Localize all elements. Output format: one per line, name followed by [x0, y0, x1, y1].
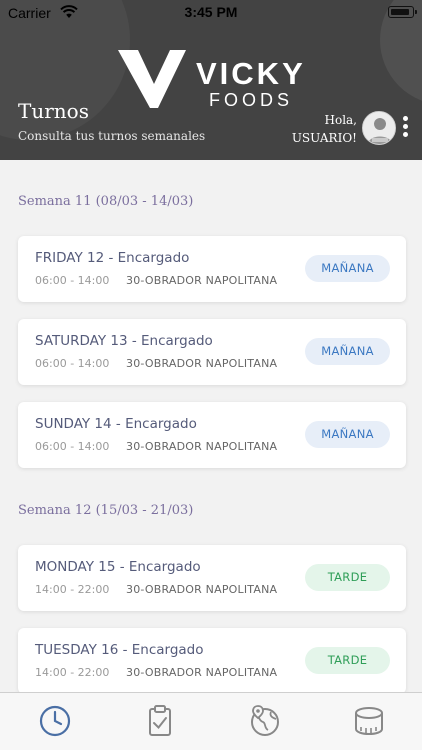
page-title: Turnos — [18, 99, 89, 123]
brand-name: VICKY — [196, 56, 306, 91]
greeting-hello: Hola, — [324, 113, 358, 127]
shift-hours: 06:00 - 14:00 — [35, 274, 110, 287]
shift-day: SUNDAY 14 - Encargado — [35, 416, 197, 432]
vicky-foods-logo-mark — [118, 50, 186, 108]
measuring-tape-icon[interactable] — [351, 703, 387, 739]
shift-hours: 06:00 - 14:00 — [35, 357, 110, 370]
app-header: Carrier 3:45 PM VICKY FOODS Turnos Consu… — [0, 0, 422, 160]
globe-location-icon[interactable] — [247, 703, 283, 739]
clock-time: 3:45 PM — [184, 4, 238, 20]
shift-day: FRIDAY 12 - Encargado — [35, 250, 190, 266]
shift-day: MONDAY 15 - Encargado — [35, 559, 201, 575]
shift-hours: 14:00 - 22:00 — [35, 666, 110, 679]
shift-day: SATURDAY 13 - Encargado — [35, 333, 213, 349]
shift-period-badge: MAÑANA — [305, 255, 390, 282]
shift-location: 30-OBRADOR NAPOLITANA — [126, 666, 278, 679]
shift-hours: 14:00 - 22:00 — [35, 583, 110, 596]
clipboard-check-icon[interactable] — [142, 703, 178, 739]
shift-location: 30-OBRADOR NAPOLITANA — [126, 583, 278, 596]
shift-location: 30-OBRADOR NAPOLITANA — [126, 357, 278, 370]
shift-card[interactable]: SATURDAY 13 - Encargado 06:00 - 14:00 30… — [18, 319, 406, 385]
week-header: Semana 12 (15/03 - 21/03) — [18, 503, 194, 518]
bottom-tab-bar — [0, 692, 422, 750]
shift-location: 30-OBRADOR NAPOLITANA — [126, 274, 278, 287]
shift-hours: 06:00 - 14:00 — [35, 440, 110, 453]
shifts-list[interactable]: Semana 11 (08/03 - 14/03) FRIDAY 12 - En… — [0, 160, 422, 692]
shift-card[interactable]: MONDAY 15 - Encargado 14:00 - 22:00 30-O… — [18, 545, 406, 611]
week-header: Semana 11 (08/03 - 14/03) — [18, 194, 194, 209]
brand-subname: FOODS — [209, 90, 294, 110]
shift-card[interactable]: SUNDAY 14 - Encargado 06:00 - 14:00 30-O… — [18, 402, 406, 468]
shift-card[interactable]: TUESDAY 16 - Encargado 14:00 - 22:00 30-… — [18, 628, 406, 692]
clock-icon[interactable] — [37, 703, 73, 739]
user-avatar-icon — [363, 112, 395, 144]
shift-period-badge: MAÑANA — [305, 338, 390, 365]
shift-period-badge: TARDE — [305, 647, 390, 674]
status-bar: Carrier 3:45 PM — [0, 0, 422, 26]
shift-period-badge: TARDE — [305, 564, 390, 591]
shift-day: TUESDAY 16 - Encargado — [35, 642, 204, 658]
more-options-icon[interactable] — [399, 116, 411, 140]
shift-period-badge: MAÑANA — [305, 421, 390, 448]
avatar[interactable] — [362, 111, 396, 145]
shift-location: 30-OBRADOR NAPOLITANA — [126, 440, 278, 453]
shift-card[interactable]: FRIDAY 12 - Encargado 06:00 - 14:00 30-O… — [18, 236, 406, 302]
page-subtitle: Consulta tus turnos semanales — [18, 129, 206, 143]
user-greeting: Hola, USUARIO! — [292, 111, 357, 147]
greeting-username: USUARIO! — [291, 131, 357, 145]
battery-icon — [388, 6, 417, 18]
